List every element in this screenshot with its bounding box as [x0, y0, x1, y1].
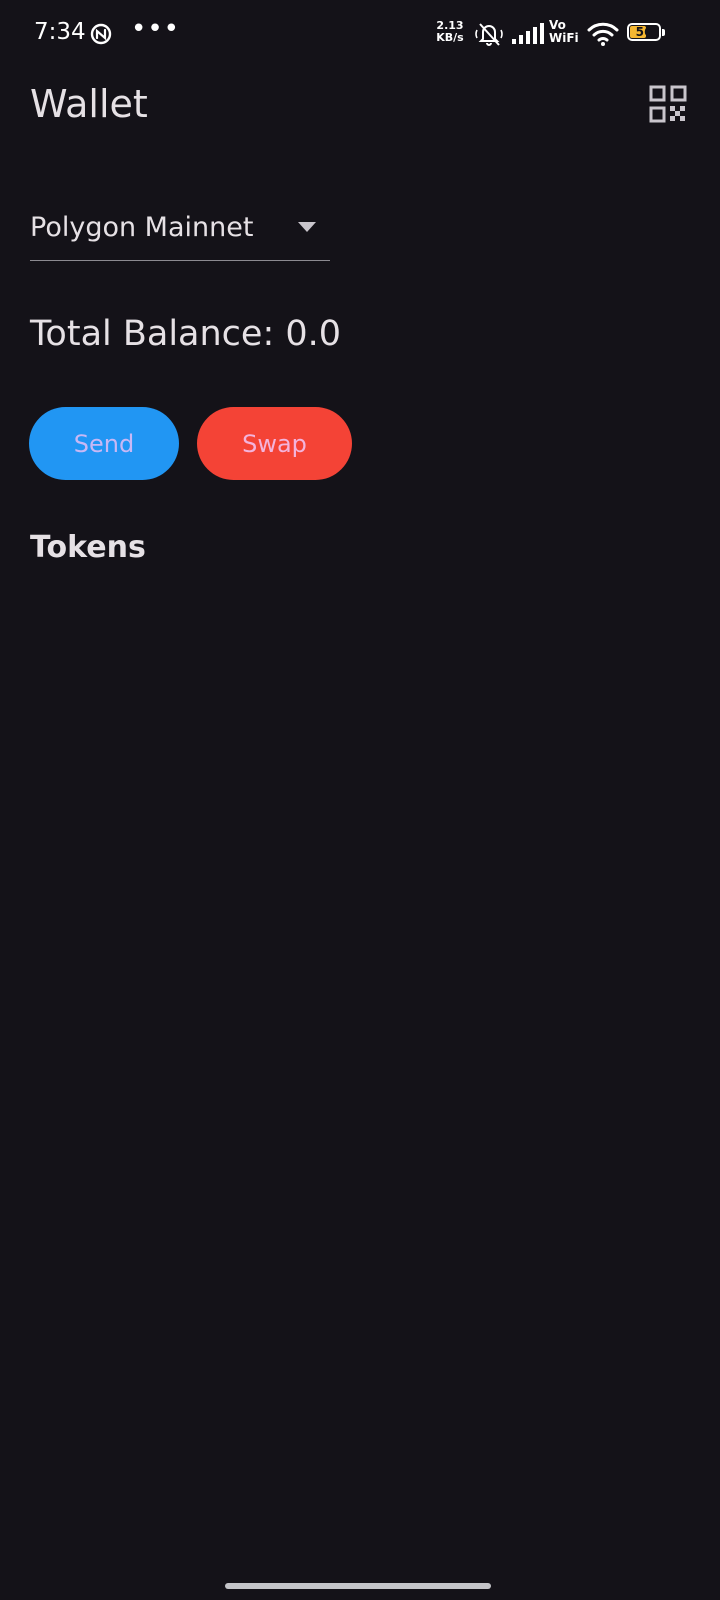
vowifi-indicator: Vo WiFi: [549, 19, 579, 45]
page-title: Wallet: [30, 82, 148, 126]
status-time: 7:34: [34, 19, 86, 45]
send-button[interactable]: Send: [29, 407, 179, 480]
more-notifications-icon: •••: [131, 14, 181, 44]
vowifi-bottom: WiFi: [549, 31, 579, 45]
battery-level: 56: [635, 25, 653, 39]
cellular-signal-icon: [512, 23, 544, 44]
wifi-icon: [587, 22, 619, 46]
network-dropdown[interactable]: Polygon Mainnet: [30, 205, 330, 261]
swap-button[interactable]: Swap: [197, 407, 352, 480]
app-notification-icon: [90, 23, 112, 45]
tokens-heading: Tokens: [30, 530, 146, 565]
qr-code-button[interactable]: [648, 84, 688, 124]
total-balance: Total Balance: 0.0: [30, 314, 342, 354]
network-speed-unit: KB/s: [436, 31, 464, 44]
home-indicator[interactable]: [225, 1583, 491, 1589]
dropdown-arrow-icon: [298, 222, 316, 232]
qr-code-icon: [649, 85, 687, 123]
status-bar: 7:34 ••• 2.13 KB/s Vo WiFi 56: [0, 0, 720, 70]
network-speed: 2.13 KB/s: [432, 20, 468, 44]
network-selected-value: Polygon Mainnet: [30, 212, 254, 243]
battery-tip: [662, 29, 665, 36]
bell-muted-icon: [475, 23, 503, 46]
battery-icon: 56: [627, 23, 667, 43]
